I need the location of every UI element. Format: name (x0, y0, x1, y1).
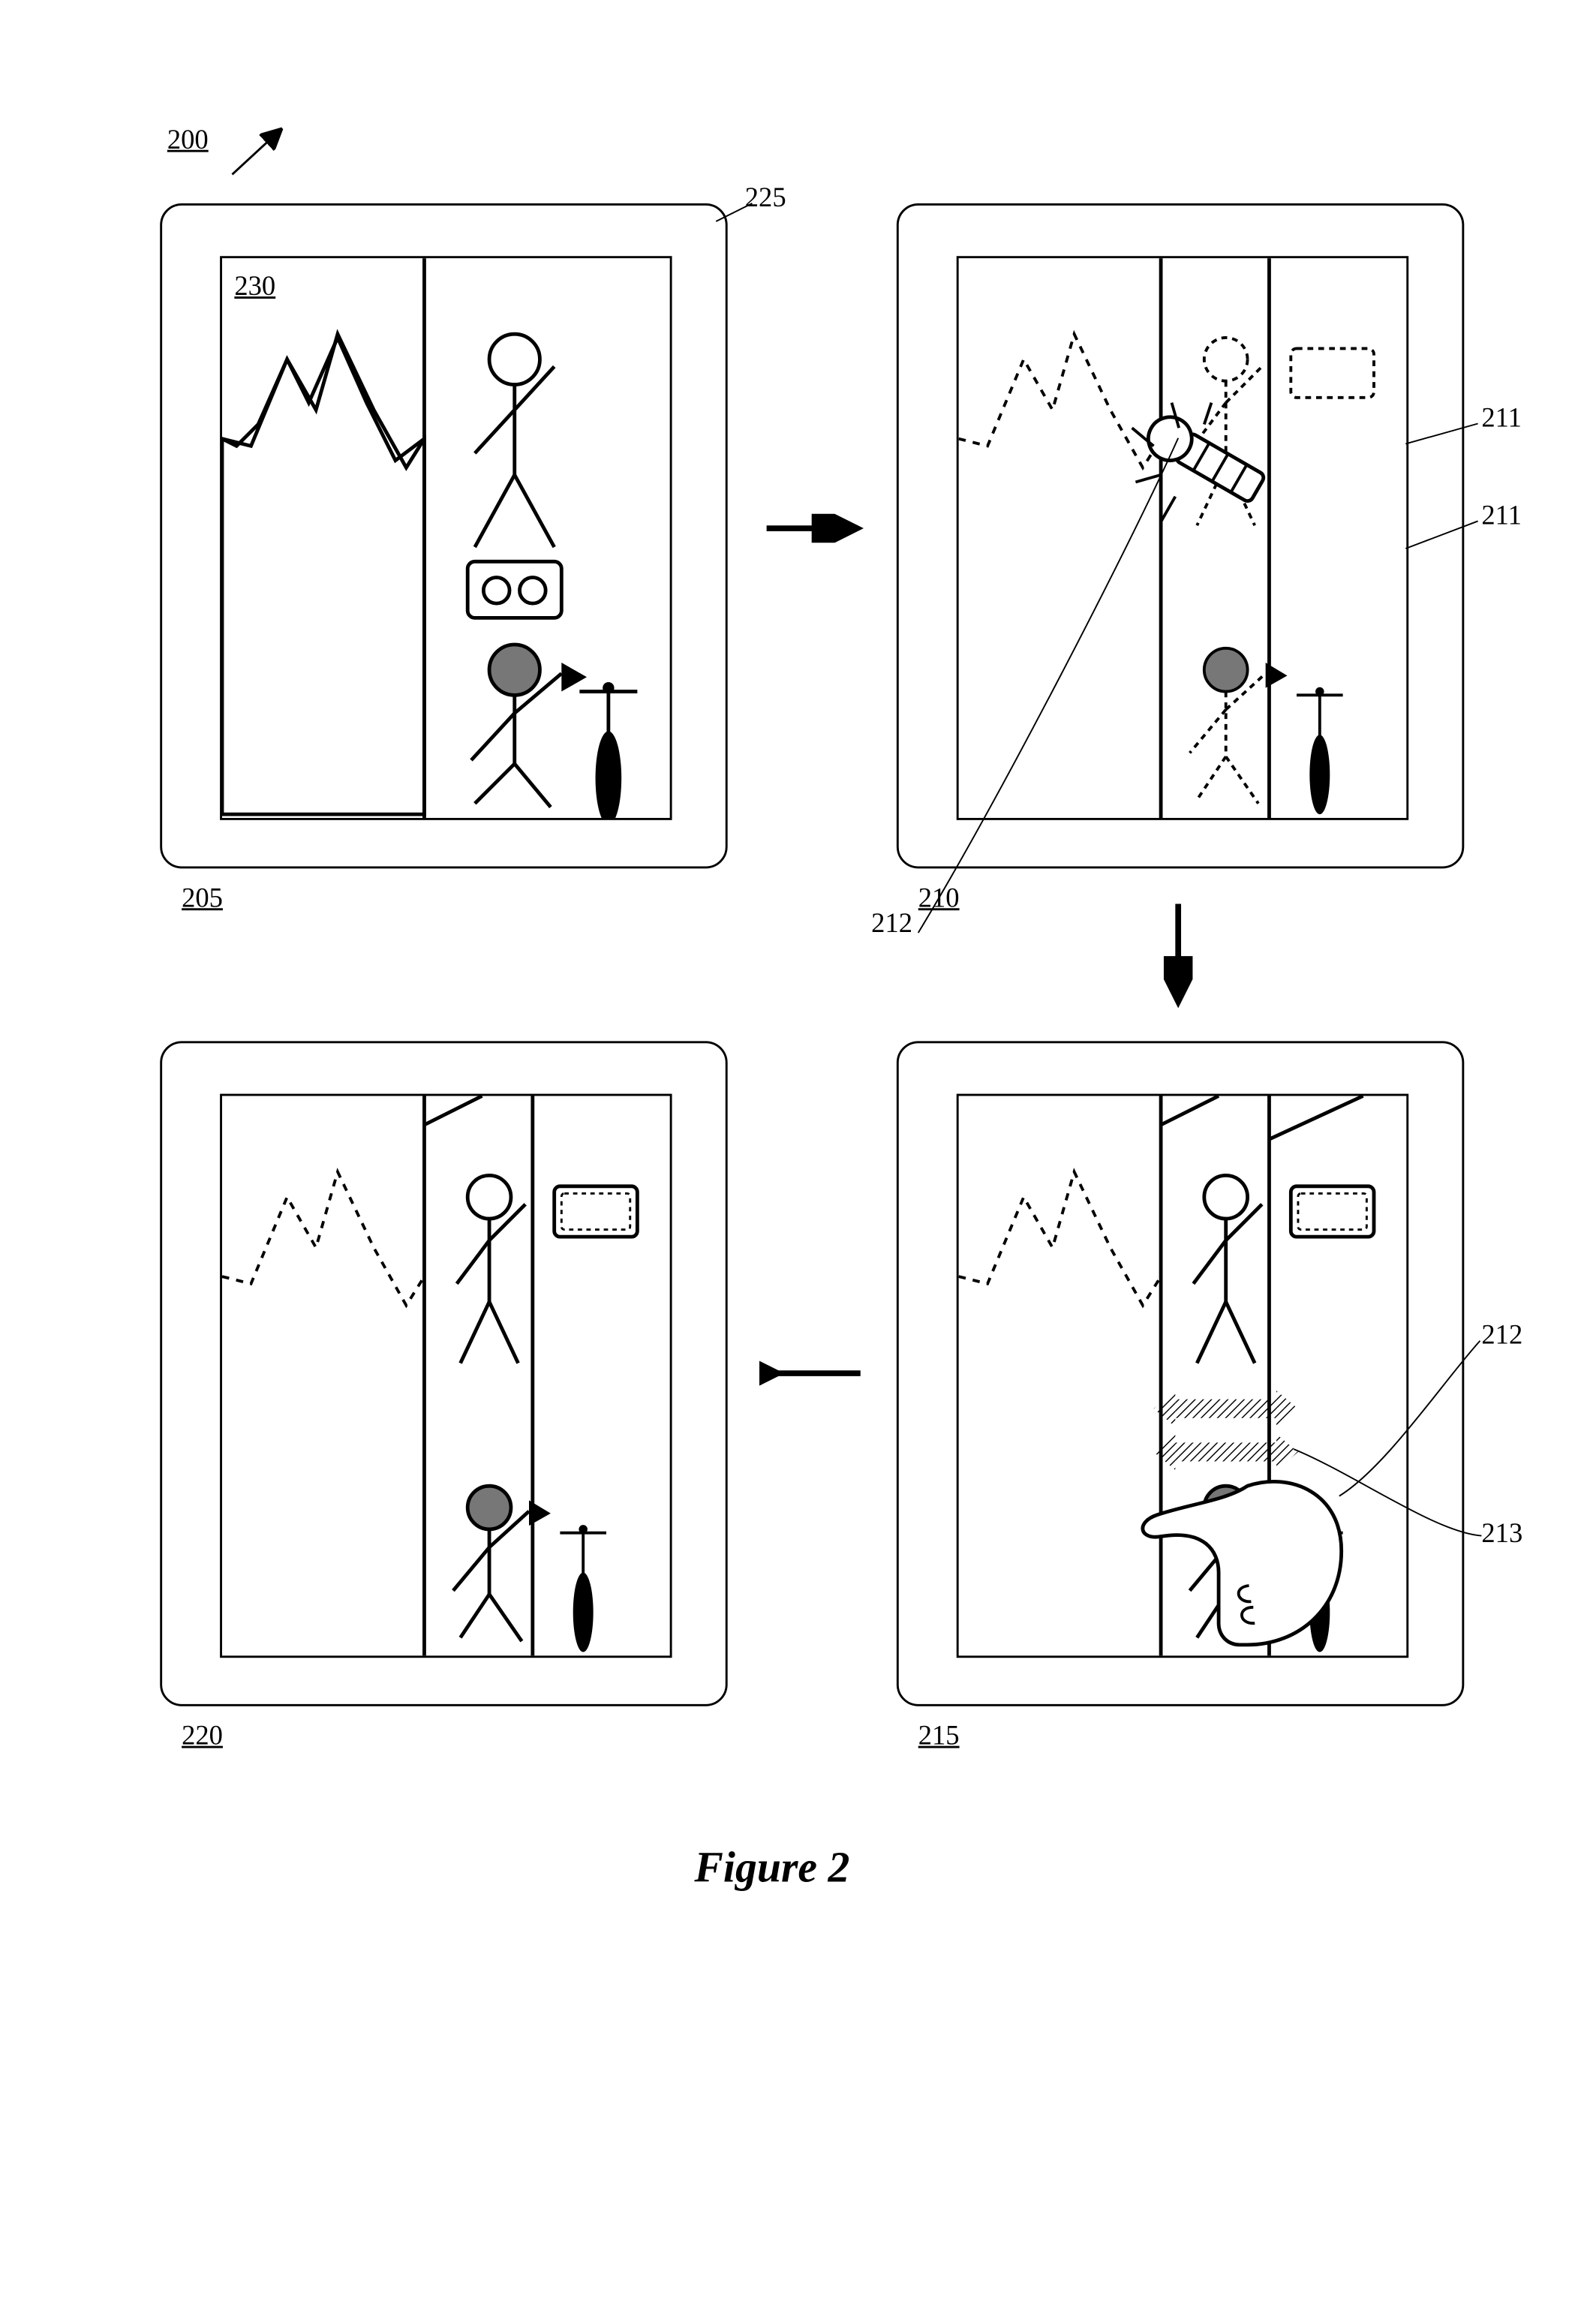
panel-220 (160, 1041, 727, 1706)
leader-212a-line (915, 434, 1204, 940)
panel-205: 230 (160, 203, 727, 868)
ref-220: 220 (182, 1720, 223, 1751)
arrow-210-215 (1164, 897, 1192, 1012)
scene-220 (222, 1096, 670, 1655)
ref-215: 215 (918, 1720, 960, 1751)
ref-230: 230 (234, 270, 275, 302)
figure-label: Figure 2 (694, 1843, 849, 1893)
ref-211a: 211 (1481, 402, 1522, 434)
patent-figure-2: 200 (30, 30, 1566, 2194)
ref-200-arrow (229, 124, 294, 189)
leader-213 (1290, 1445, 1485, 1547)
leader-211a (1402, 416, 1482, 452)
ref-213: 213 (1481, 1518, 1522, 1550)
panel-205-image (220, 256, 672, 820)
panel-220-image (220, 1094, 672, 1658)
ref-205: 205 (182, 882, 223, 914)
ref-212a: 212 (871, 907, 912, 939)
ref-211b: 211 (1481, 500, 1522, 531)
leader-225 (712, 200, 756, 228)
scene-205 (222, 258, 670, 818)
arrow-205-210 (759, 514, 867, 543)
ref-212b: 212 (1481, 1319, 1522, 1351)
arrow-215-220 (759, 1359, 867, 1388)
ref-200: 200 (167, 124, 209, 155)
leader-211b (1402, 514, 1482, 558)
